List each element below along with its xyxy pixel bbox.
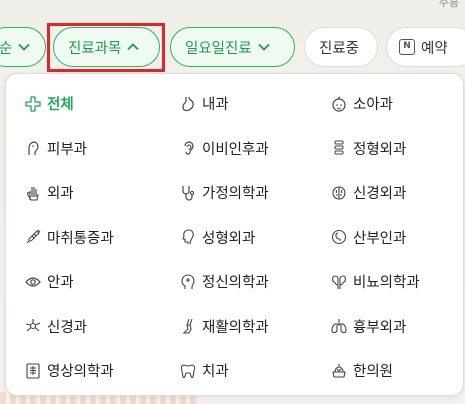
department-item[interactable]: 비뇨의학과 — [331, 271, 420, 292]
department-item[interactable]: 외과 — [25, 182, 74, 203]
skin-icon — [25, 139, 41, 157]
department-item[interactable]: 치과 — [180, 360, 229, 381]
department-item[interactable]: 신경과 — [25, 316, 87, 337]
neuron-icon — [25, 317, 41, 335]
xray-icon — [25, 362, 41, 380]
department-item[interactable]: 피부과 — [25, 138, 87, 159]
lungs-icon — [331, 317, 347, 335]
syringe-icon — [25, 228, 41, 246]
stethoscope-icon — [180, 184, 196, 202]
department-item[interactable]: 한의원 — [331, 360, 393, 381]
department-label: 안과 — [47, 271, 74, 292]
chevron-up-icon — [127, 41, 139, 53]
department-label: 이비인후과 — [202, 138, 269, 159]
chevron-down-icon — [18, 41, 30, 53]
department-label: 정형외과 — [353, 138, 406, 159]
brain-icon — [331, 184, 347, 202]
leg-icon — [180, 317, 196, 335]
department-label: 산부인과 — [353, 227, 406, 248]
department-chip-label: 진료과목 — [68, 37, 121, 58]
department-label: 가정의학과 — [202, 182, 269, 203]
department-chip[interactable]: 진료과목 — [53, 27, 160, 67]
department-label: 한의원 — [353, 360, 393, 381]
eye-icon — [25, 273, 41, 291]
reservation-chip-label: 예약 — [421, 37, 448, 58]
herb-icon — [331, 362, 347, 380]
calendar-icon — [399, 39, 415, 55]
department-label: 흉부외과 — [353, 316, 406, 337]
head-icon — [180, 273, 196, 291]
department-label: 신경외과 — [353, 182, 406, 203]
department-label: 영상의학과 — [47, 360, 114, 381]
department-label: 성형외과 — [202, 227, 255, 248]
sunday-clinic-chip[interactable]: 일요일진료 — [170, 27, 295, 67]
department-item[interactable]: 소아과 — [331, 93, 393, 114]
plus-icon — [25, 95, 41, 113]
department-label: 외과 — [47, 182, 74, 203]
kidney-icon — [331, 273, 347, 291]
department-item[interactable]: 영상의학과 — [25, 360, 114, 381]
filter-chip-bar: 순 진료과목 일요일진료 진료중 예약 — [0, 27, 465, 67]
sunday-clinic-chip-label: 일요일진료 — [185, 37, 252, 58]
hand-icon — [25, 184, 41, 202]
face-icon — [180, 228, 196, 246]
department-dropdown-panel: 전체 내과 소아과피부과 이비인후과 정형외과외과 가정의학과 신경외과마취통증과 성형외과 산… — [5, 73, 464, 396]
department-item[interactable]: 내과 — [180, 93, 229, 114]
baby-icon — [331, 95, 347, 113]
chevron-down-icon — [258, 41, 270, 53]
map-label: 주흥 — [439, 0, 459, 10]
sort-chip-label: 순 — [0, 37, 12, 58]
tooth-icon — [180, 362, 196, 380]
department-item[interactable]: 전체 — [25, 93, 74, 114]
department-label: 피부과 — [47, 138, 87, 159]
open-now-chip-label: 진료중 — [319, 37, 359, 58]
department-label: 정신의학과 — [202, 271, 269, 292]
spine-icon — [331, 139, 347, 157]
womb-icon — [331, 228, 347, 246]
department-label: 신경과 — [47, 316, 87, 337]
department-label: 재활의학과 — [202, 316, 269, 337]
department-label: 소아과 — [353, 93, 393, 114]
department-label: 내과 — [202, 93, 229, 114]
department-item[interactable]: 마취통증과 — [25, 227, 114, 248]
department-item[interactable]: 성형외과 — [180, 227, 255, 248]
sort-chip[interactable]: 순 — [0, 27, 46, 67]
department-label: 전체 — [47, 93, 74, 114]
department-item[interactable]: 이비인후과 — [180, 138, 269, 159]
stomach-icon — [180, 95, 196, 113]
department-label: 비뇨의학과 — [353, 271, 420, 292]
department-item[interactable]: 안과 — [25, 271, 74, 292]
department-item[interactable]: 흉부외과 — [331, 316, 406, 337]
department-label: 치과 — [202, 360, 229, 381]
department-label: 마취통증과 — [47, 227, 114, 248]
department-item[interactable]: 산부인과 — [331, 227, 406, 248]
department-item[interactable]: 재활의학과 — [180, 316, 269, 337]
reservation-chip[interactable]: 예약 — [386, 27, 465, 67]
department-item[interactable]: 가정의학과 — [180, 182, 269, 203]
department-item[interactable]: 정형외과 — [331, 138, 406, 159]
department-item[interactable]: 정신의학과 — [180, 271, 269, 292]
open-now-chip[interactable]: 진료중 — [304, 27, 378, 67]
department-item[interactable]: 신경외과 — [331, 182, 406, 203]
ear-icon — [180, 139, 196, 157]
